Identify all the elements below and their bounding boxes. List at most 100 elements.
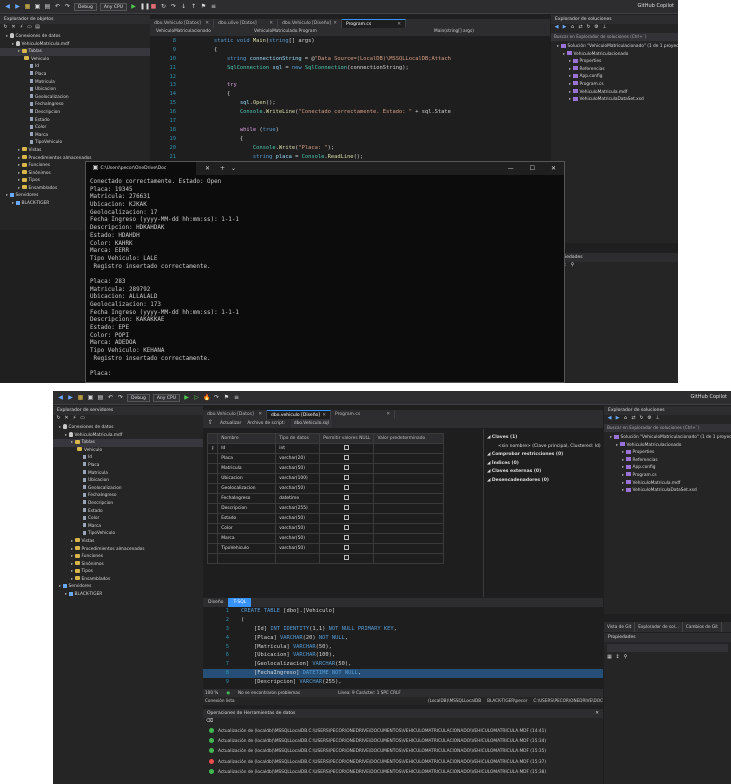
back-icon[interactable]: ◀ bbox=[4, 3, 11, 10]
start-icon[interactable]: ▶ bbox=[183, 394, 190, 401]
grid-row[interactable]: Estado varchar(50) bbox=[206, 513, 445, 524]
column-name-cell[interactable]: Color bbox=[217, 523, 277, 534]
step-over-icon[interactable]: ↷ bbox=[213, 394, 220, 401]
step-into-icon[interactable]: ↓ bbox=[180, 3, 187, 10]
keys-panel-item[interactable]: <sin nombre> (Clave principal, Clustered… bbox=[484, 443, 603, 452]
tree-item[interactable]: ▸ VehiculoMatricula.mdf bbox=[53, 431, 203, 440]
update-icon[interactable]: ⇧ bbox=[207, 419, 214, 426]
pin-icon[interactable]: ⊥ bbox=[655, 415, 660, 422]
data-type-cell[interactable]: varchar(50) bbox=[275, 483, 321, 494]
allow-null-checkbox[interactable] bbox=[344, 485, 350, 490]
column-name-cell[interactable]: FechaIngreso bbox=[217, 493, 277, 504]
back-icon[interactable]: ◀ bbox=[57, 394, 64, 401]
tree-item[interactable]: Id bbox=[0, 63, 150, 71]
new-tab-icon[interactable]: + bbox=[219, 165, 226, 172]
column-name-cell[interactable] bbox=[217, 553, 277, 564]
data-type-cell[interactable]: varchar(100) bbox=[275, 473, 321, 484]
forward-icon[interactable]: ▶ bbox=[615, 415, 620, 422]
grid-row[interactable]: Descripcion varchar(255) bbox=[206, 503, 445, 514]
tree-item[interactable]: ▸ Ensamblados bbox=[53, 576, 203, 584]
close-tab-icon[interactable]: ✕ bbox=[397, 20, 401, 28]
allow-null-checkbox[interactable] bbox=[344, 475, 350, 480]
pause-icon[interactable]: ❚❚ bbox=[140, 3, 150, 10]
allow-null-cell[interactable] bbox=[319, 503, 375, 514]
tree-item[interactable]: Placa bbox=[0, 71, 150, 79]
tree-item[interactable]: ▸ App.config bbox=[551, 73, 678, 81]
grid-row[interactable]: Color varchar(50) bbox=[206, 523, 445, 534]
tree-item[interactable]: ▸ Solución "VehiculoMatriculacionado" (1… bbox=[604, 434, 731, 442]
back-icon[interactable]: ◀ bbox=[554, 24, 559, 31]
console-tab[interactable]: ▣ C:\Users\pecor\OneDrive\Doc bbox=[86, 162, 196, 175]
close-tab-icon[interactable]: ✕ bbox=[258, 410, 262, 419]
tree-item[interactable]: Descripcion bbox=[0, 109, 150, 117]
refresh-icon[interactable]: ↻ bbox=[639, 415, 644, 422]
tree-item[interactable]: ▸ Program.cs bbox=[551, 81, 678, 89]
tree-item[interactable]: ▸ VehiculoMatriculacionado bbox=[604, 442, 731, 450]
allow-null-checkbox[interactable] bbox=[344, 495, 350, 500]
tree-item[interactable]: TipoVehiculo bbox=[53, 530, 203, 538]
grid-row[interactable]: Ubicacion varchar(100) bbox=[206, 473, 445, 484]
tree-item[interactable]: ▸ Tablas bbox=[0, 48, 150, 56]
save-icon[interactable]: ▣ bbox=[87, 394, 94, 401]
tree-item[interactable]: ▸ Procedimientos almacenados bbox=[53, 546, 203, 554]
hot-reload-icon[interactable]: 🔥 bbox=[203, 394, 210, 401]
comment-icon[interactable]: ≡ bbox=[233, 394, 240, 401]
default-value-cell[interactable] bbox=[373, 513, 445, 524]
save-all-icon[interactable]: ▤ bbox=[97, 394, 104, 401]
settings-icon[interactable]: ⚙ bbox=[594, 24, 599, 31]
zoom-level[interactable]: 100 % bbox=[205, 689, 218, 697]
allow-null-cell[interactable] bbox=[319, 543, 375, 554]
grid-row[interactable]: TipoVehiculo varchar(50) bbox=[206, 543, 445, 554]
column-name-cell[interactable]: Estado bbox=[217, 513, 277, 524]
tree-item[interactable]: Estado bbox=[53, 508, 203, 516]
close-tab-icon[interactable]: ✕ bbox=[322, 411, 326, 419]
new-project-icon[interactable]: ▦ bbox=[77, 394, 84, 401]
stop-icon[interactable]: ✕ bbox=[11, 24, 16, 31]
tree-item[interactable]: Ubicacion bbox=[53, 477, 203, 485]
refresh-icon[interactable]: ↻ bbox=[586, 24, 591, 31]
tree-item[interactable]: Vehiculo bbox=[0, 56, 150, 64]
tree-item[interactable]: Placa bbox=[53, 462, 203, 470]
tree-item[interactable]: ▸ VehiculoMatriculaDataSet.xsd bbox=[551, 96, 678, 104]
allow-null-checkbox[interactable] bbox=[344, 465, 350, 470]
allow-null-cell[interactable] bbox=[319, 463, 375, 474]
column-name-cell[interactable]: Matricula bbox=[217, 463, 277, 474]
tree-item[interactable]: ▸ Program.cs bbox=[604, 472, 731, 480]
data-type-cell[interactable]: varchar(50) bbox=[275, 543, 321, 554]
close-tab-icon[interactable]: ✕ bbox=[269, 19, 273, 28]
allow-null-checkbox[interactable] bbox=[344, 555, 350, 560]
tree-item[interactable]: ▸ Properties bbox=[551, 58, 678, 66]
allow-null-cell[interactable] bbox=[319, 523, 375, 534]
tree-item[interactable]: ▸ Conexiones de datos bbox=[0, 33, 150, 41]
allow-null-checkbox[interactable] bbox=[344, 535, 350, 540]
solution-search-input[interactable]: Buscar en Explorador de soluciones (Ctrl… bbox=[551, 33, 678, 41]
column-name-cell[interactable]: Ubicacion bbox=[217, 473, 277, 484]
output-row[interactable]: Actualización de (localdb)\MSSQLLocalDB.… bbox=[203, 747, 603, 757]
start-without-debug-icon[interactable]: ▷ bbox=[193, 394, 200, 401]
column-name-cell[interactable]: Placa bbox=[217, 453, 277, 464]
tree-item[interactable]: Marca bbox=[53, 523, 203, 531]
forward-icon[interactable]: ▶ bbox=[562, 24, 567, 31]
tree-item[interactable]: Color bbox=[0, 124, 150, 132]
sync-icon[interactable]: ⇄ bbox=[631, 415, 636, 422]
continue-icon[interactable]: ▶ bbox=[130, 3, 137, 10]
platform-select[interactable]: Any CPU bbox=[152, 393, 180, 402]
tree-item[interactable]: Marca bbox=[0, 132, 150, 140]
data-type-cell[interactable]: varchar(50) bbox=[275, 533, 321, 544]
update-button[interactable]: Actualizar bbox=[220, 419, 241, 428]
allow-null-cell[interactable] bbox=[319, 513, 375, 524]
tree-item[interactable]: ▸ Referencias bbox=[551, 66, 678, 74]
clear-icon[interactable]: ⌫ bbox=[206, 718, 213, 725]
allow-null-checkbox[interactable] bbox=[344, 505, 350, 510]
minimize-icon[interactable]: — bbox=[508, 165, 514, 172]
tree-item[interactable]: FechaIngreso bbox=[53, 492, 203, 500]
keys-panel-item[interactable]: ◢ Claves (1) bbox=[484, 434, 603, 443]
redo-icon[interactable]: ↷ bbox=[117, 394, 124, 401]
tree-item[interactable]: Geolocalizacion bbox=[0, 94, 150, 102]
stop-icon[interactable]: ✕ bbox=[64, 415, 69, 422]
grid-row[interactable]: Matricula varchar(50) bbox=[206, 463, 445, 474]
grid-row[interactable]: Marca varchar(50) bbox=[206, 533, 445, 544]
config-select[interactable]: Debug bbox=[127, 393, 150, 402]
sql-editor[interactable]: 1 CREATE TABLE [dbo].[Vehiculo] 2(3 [Id] I… bbox=[203, 607, 603, 689]
tree-item[interactable]: Ubicacion bbox=[0, 86, 150, 94]
